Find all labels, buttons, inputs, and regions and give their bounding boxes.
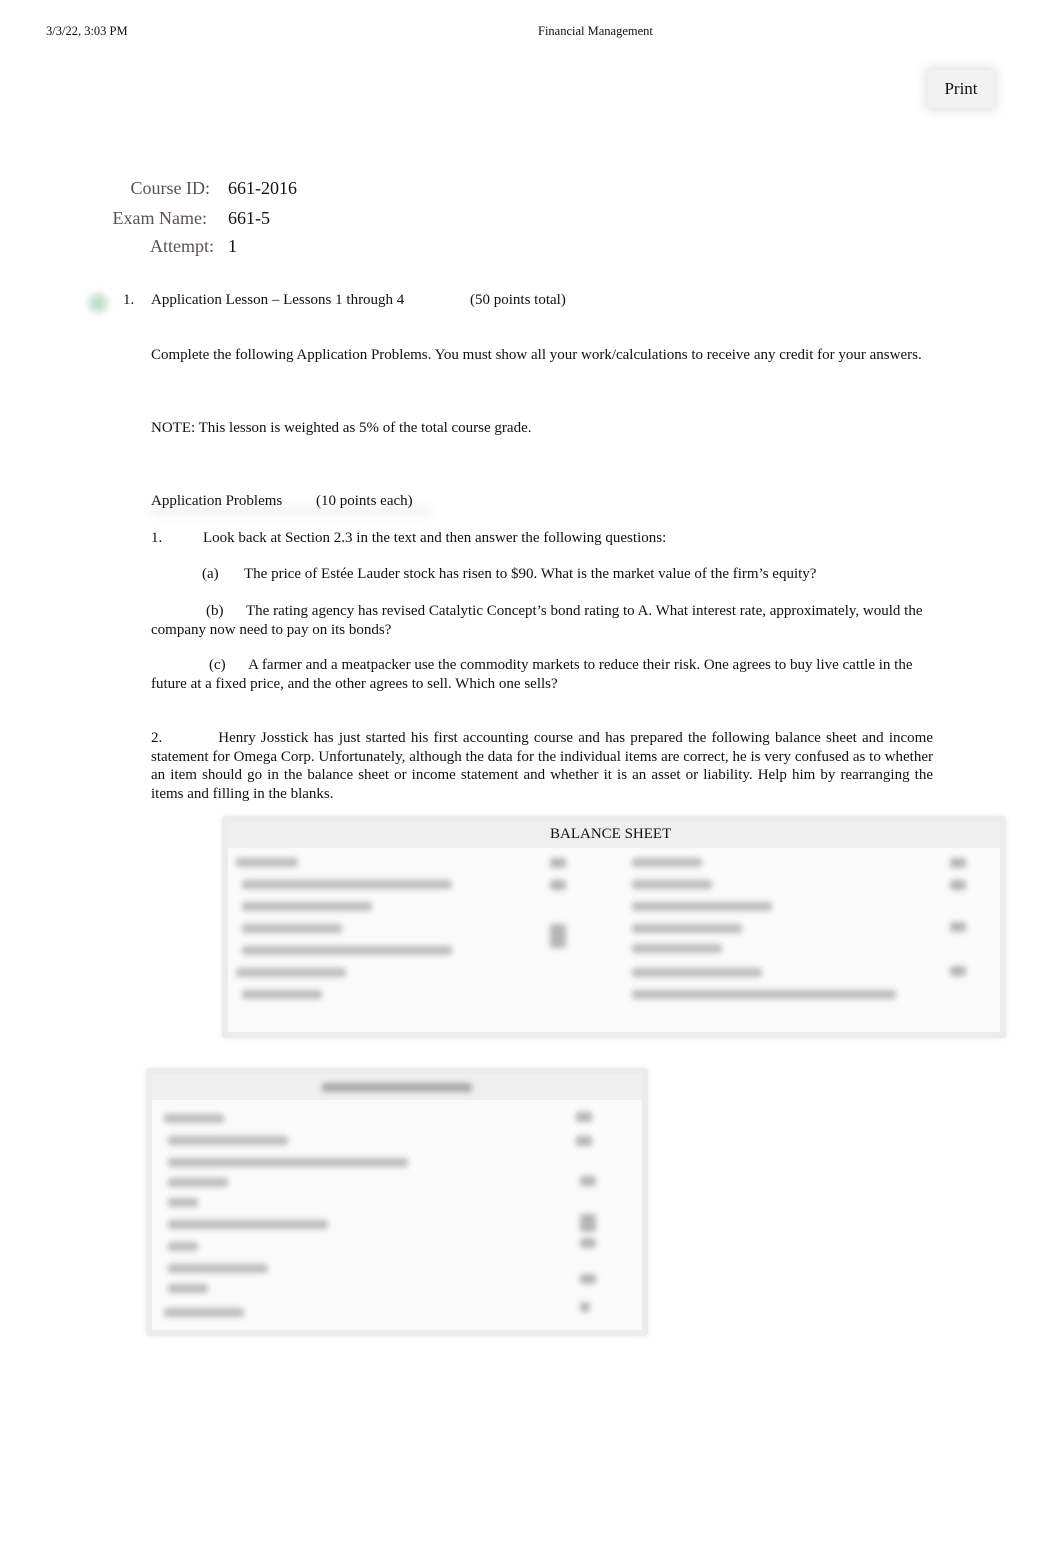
print-datetime: 3/3/22, 3:03 PM	[46, 24, 128, 38]
obscured-value	[580, 1274, 596, 1284]
problem-text: Henry Josstick has just started his firs…	[151, 730, 933, 802]
obscured-title	[322, 1083, 472, 1092]
part-text: The rating agency has revised Catalytic …	[151, 603, 923, 638]
print-button[interactable]: Print	[928, 70, 994, 108]
obscured-row	[168, 1242, 198, 1251]
section-points: (10 points each)	[316, 493, 413, 509]
obscured-value	[950, 922, 966, 932]
obscured-row	[164, 1114, 224, 1123]
obscured-row	[242, 880, 452, 889]
course-id-value: 661-2016	[228, 178, 297, 198]
question-points: (50 points total)	[470, 292, 566, 308]
obscured-row	[242, 924, 342, 933]
obscured-value	[950, 858, 966, 868]
part-text: A farmer and a meatpacker use the commod…	[151, 657, 913, 692]
obscured-row	[168, 1198, 198, 1207]
part-c: (c) A farmer and a meatpacker use the co…	[151, 656, 937, 693]
obscured-row	[632, 902, 772, 911]
obscured-row	[168, 1284, 208, 1293]
obscured-value	[550, 880, 566, 890]
question-number: 1.	[123, 292, 135, 308]
part-label: (b)	[206, 603, 224, 619]
obscured-row	[632, 924, 742, 933]
obscured-value	[580, 1238, 596, 1248]
obscured-row	[168, 1136, 288, 1145]
obscured-value	[550, 858, 566, 868]
problem-2: 2. Henry Josstick has just started his fi…	[151, 729, 933, 803]
obscured-row	[236, 968, 346, 977]
exam-name-label: Exam Name:	[112, 208, 207, 228]
attempt-label: Attempt:	[150, 236, 214, 256]
obscured-row	[242, 946, 452, 955]
course-id-label: Course ID:	[130, 178, 211, 198]
obscured-row	[632, 968, 762, 977]
problem-number: 2.	[151, 730, 163, 746]
obscured-row	[168, 1220, 328, 1229]
obscured-row	[168, 1178, 228, 1187]
obscured-value	[580, 1302, 590, 1312]
obscured-row	[236, 858, 298, 867]
obscured-row	[632, 858, 702, 867]
obscured-row	[242, 902, 372, 911]
obscured-row	[168, 1264, 268, 1273]
part-label: (a)	[202, 566, 219, 582]
balance-sheet-table: BALANCE SHEET	[222, 816, 1006, 1038]
part-b: (b) The rating agency has revised Cataly…	[151, 602, 937, 639]
obscured-row	[632, 990, 896, 999]
section-heading: Application Problems	[151, 493, 283, 509]
obscured-value	[576, 1112, 592, 1122]
print-page-title: Financial Management	[538, 24, 653, 38]
balance-sheet-title: BALANCE SHEET	[550, 826, 672, 842]
check-icon	[85, 290, 111, 316]
obscured-row	[632, 880, 712, 889]
obscured-value	[950, 880, 966, 890]
obscured-value	[576, 1136, 592, 1146]
question-title: Application Lesson – Lessons 1 through 4	[151, 292, 405, 308]
obscured-value	[580, 1214, 596, 1232]
obscured-row	[168, 1158, 408, 1167]
problem-number: 1.	[151, 530, 163, 546]
part-text: The price of Estée Lauder stock has rise…	[244, 566, 817, 582]
obscured-row	[632, 944, 722, 953]
part-label: (c)	[209, 657, 226, 673]
problem-text: Look back at Section 2.3 in the text and…	[203, 530, 667, 546]
obscured-value	[950, 966, 966, 976]
income-statement-table	[146, 1068, 648, 1336]
exam-name-value: 661-5	[228, 208, 270, 228]
note-text: NOTE: This lesson is weighted as 5% of t…	[151, 420, 532, 436]
obscured-value	[580, 1176, 596, 1186]
instructions-text: Complete the following Application Probl…	[151, 347, 922, 363]
attempt-value: 1	[228, 236, 237, 256]
obscured-row	[164, 1308, 244, 1317]
obscured-value	[550, 924, 566, 948]
obscured-row	[242, 990, 322, 999]
